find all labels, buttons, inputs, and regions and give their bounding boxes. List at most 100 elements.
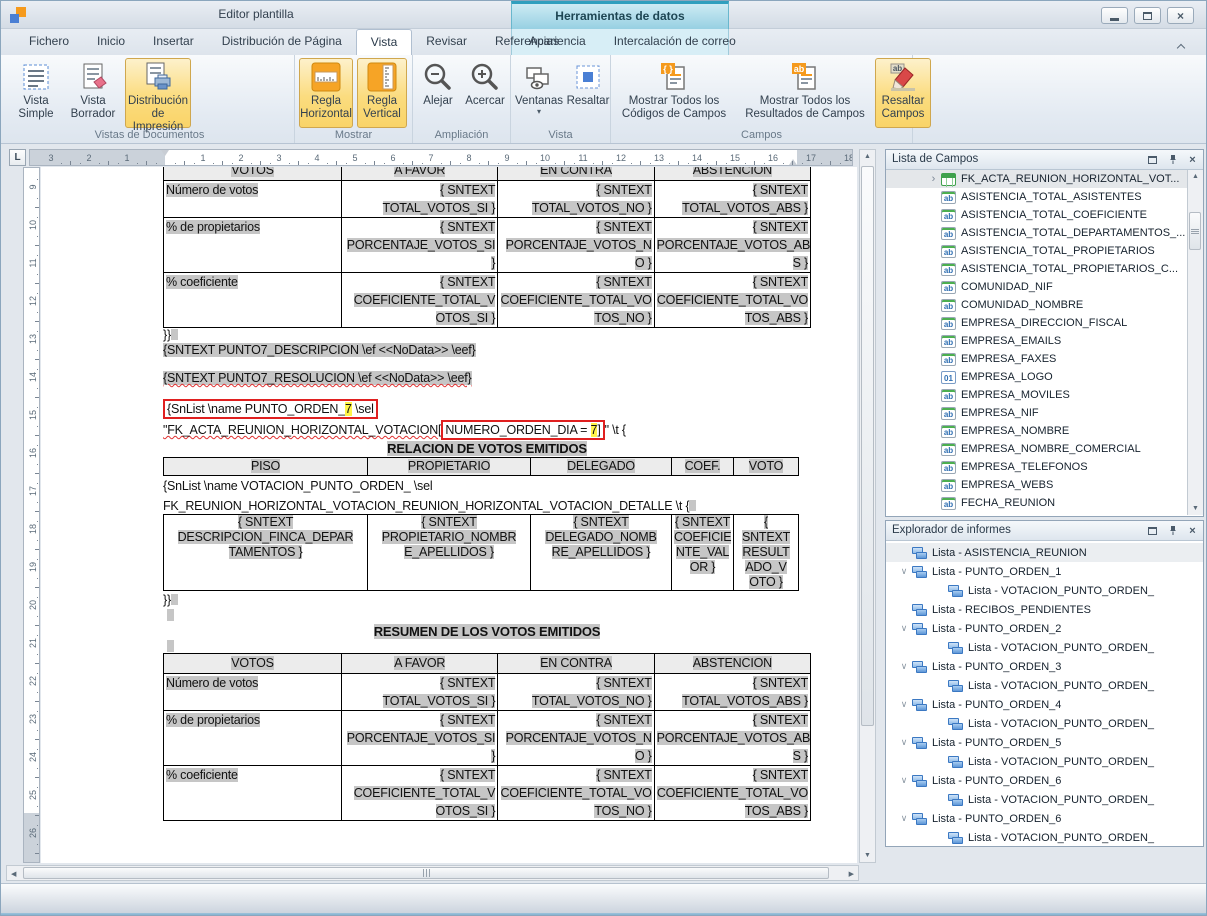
- vertical-scroll-thumb[interactable]: [861, 166, 874, 726]
- tab-revisar[interactable]: Revisar: [412, 29, 481, 55]
- acercar-button[interactable]: Acercar: [461, 58, 509, 128]
- tab-fichero[interactable]: Fichero: [15, 29, 83, 55]
- ruler-dot: [37, 635, 38, 636]
- report-list-item[interactable]: Lista - VOTACION_PUNTO_ORDEN_: [886, 828, 1203, 845]
- report-list-item[interactable]: Lista - VOTACION_PUNTO_ORDEN_: [886, 638, 1203, 657]
- mostrar-codigos-campos-button[interactable]: { } Mostrar Todos losCódigos de Campos: [613, 58, 735, 128]
- regla-horizontal-button[interactable]: ReglaHorizontal: [299, 58, 353, 128]
- ruler-number: 13: [28, 331, 38, 347]
- ruler-dot: [251, 163, 252, 164]
- indent-marker-icon[interactable]: [161, 150, 169, 156]
- field-list-scrollbar[interactable]: ▲ ▼: [1187, 170, 1203, 515]
- field-list-item[interactable]: ›FK_ACTA_REUNION_HORIZONTAL_VOT...: [886, 170, 1203, 188]
- field-list-item[interactable]: abEMPRESA_FAXES: [886, 350, 1203, 368]
- report-list-item[interactable]: Lista - VOTACION_PUNTO_ORDEN_: [886, 676, 1203, 695]
- field-list-item[interactable]: abEMPRESA_NIF: [886, 404, 1203, 422]
- panel-pin-button[interactable]: [1166, 524, 1179, 537]
- ruler-number: 19: [28, 559, 38, 575]
- ruler-number: 3: [271, 153, 287, 163]
- collapse-ribbon-button[interactable]: [1178, 38, 1190, 47]
- report-list-item[interactable]: ∨Lista - PUNTO_ORDEN_6: [886, 809, 1203, 828]
- report-list-item[interactable]: ∨Lista - PUNTO_ORDEN_2: [886, 619, 1203, 638]
- field-name: ASISTENCIA_TOTAL_PROPIETARIOS: [961, 245, 1155, 257]
- document-horizontal-scrollbar[interactable]: ◀ ▶: [6, 865, 859, 881]
- tab-distribucion-pagina[interactable]: Distribución de Página: [208, 29, 356, 55]
- close-button[interactable]: ×: [1167, 7, 1194, 24]
- document-canvas[interactable]: VOTOSA FAVOREN CONTRAABSTENCIONNúmero de…: [41, 167, 857, 863]
- field-list-item[interactable]: abEMPRESA_NOMBRE_COMERCIAL: [886, 440, 1203, 458]
- field-list-item[interactable]: abCOMUNIDAD_NIF: [886, 278, 1203, 296]
- report-list-item[interactable]: Lista - RECIBOS_PENDIENTES: [886, 600, 1203, 619]
- panel-maximize-button[interactable]: [1146, 153, 1159, 166]
- list-close-braces: }}: [163, 593, 171, 607]
- report-list-item[interactable]: ∨Lista - PUNTO_ORDEN_1: [886, 562, 1203, 581]
- tab-apariencia[interactable]: Apariencia: [515, 29, 600, 55]
- resaltar-campos-button[interactable]: ab ResaltarCampos: [875, 58, 931, 128]
- paragraph-mark: [171, 594, 178, 605]
- field-cell: {SNTEXTRESULTADO_VOTO }: [734, 515, 799, 591]
- field-list-item[interactable]: abCOMUNIDAD_NOMBRE: [886, 296, 1203, 314]
- ruler-dot: [441, 163, 442, 164]
- field-list-item[interactable]: abEMPRESA_MOVILES: [886, 386, 1203, 404]
- column-header: VOTOS: [164, 167, 342, 181]
- report-list-item[interactable]: Lista - VOTACION_PUNTO_ORDEN_: [886, 790, 1203, 809]
- vista-borrador-button[interactable]: VistaBorrador: [65, 58, 121, 128]
- field-list-item[interactable]: abEMPRESA_NOMBRE: [886, 422, 1203, 440]
- scroll-down-icon[interactable]: ▼: [1188, 505, 1203, 512]
- field-list-item[interactable]: 01EMPRESA_LOGO: [886, 368, 1203, 386]
- horizontal-scroll-thumb[interactable]: [23, 867, 829, 879]
- field-list-item[interactable]: abASISTENCIA_TOTAL_PROPIETARIOS_C...: [886, 260, 1203, 278]
- scroll-up-icon[interactable]: ▲: [1188, 173, 1203, 180]
- field-list-item[interactable]: abEMPRESA_DIRECCION_FISCAL: [886, 314, 1203, 332]
- field-list-item[interactable]: abASISTENCIA_TOTAL_PROPIETARIOS: [886, 242, 1203, 260]
- scroll-down-icon[interactable]: ▼: [860, 852, 875, 859]
- regla-vertical-button[interactable]: ReglaVertical: [357, 58, 407, 128]
- panel-close-button[interactable]: ×: [1186, 153, 1199, 166]
- report-list-item[interactable]: ∨Lista - PUNTO_ORDEN_3: [886, 657, 1203, 676]
- ventanas-button[interactable]: Ventanas▾: [513, 58, 565, 128]
- report-list-item[interactable]: ∨Lista - PUNTO_ORDEN_6: [886, 771, 1203, 790]
- document-vertical-scrollbar[interactable]: ▲ ▼: [859, 149, 876, 863]
- alejar-button[interactable]: Alejar: [415, 58, 461, 128]
- field-list-item[interactable]: abEMPRESA_EMAILS: [886, 332, 1203, 350]
- tab-inicio[interactable]: Inicio: [83, 29, 139, 55]
- ruler-dot: [536, 163, 537, 164]
- resumen-heading: RESUMEN DE LOS VOTOS EMITIDOS: [163, 624, 811, 639]
- distribucion-impresion-button[interactable]: Distribuciónde Impresión: [125, 58, 191, 128]
- report-list-item[interactable]: Lista - VOTACION_PUNTO_ORDEN_: [886, 714, 1203, 733]
- mostrar-resultados-campos-button[interactable]: ab Mostrar Todos losResultados de Campos: [739, 58, 871, 128]
- panel-pin-button[interactable]: [1166, 153, 1179, 166]
- restore-button[interactable]: [1134, 7, 1161, 24]
- field-list-item[interactable]: abEMPRESA_WEBS: [886, 476, 1203, 494]
- scroll-left-icon[interactable]: ◀: [11, 870, 16, 878]
- report-list-item[interactable]: Lista - ASISTENCIA_REUNION: [886, 543, 1203, 562]
- ruler-tick: [35, 207, 39, 208]
- tab-vista[interactable]: Vista: [356, 29, 412, 55]
- panel-maximize-button[interactable]: [1146, 524, 1159, 537]
- vista-simple-button[interactable]: VistaSimple: [9, 58, 63, 128]
- field-list-item[interactable]: abASISTENCIA_TOTAL_ASISTENTES: [886, 188, 1203, 206]
- tab-intercalacion-correo[interactable]: Intercalación de correo: [600, 29, 750, 55]
- field-list-item[interactable]: abEMPRESA_TELEFONOS: [886, 458, 1203, 476]
- field-list-item[interactable]: abASISTENCIA_TOTAL_COEFICIENTE: [886, 206, 1203, 224]
- tab-stop-selector[interactable]: L: [9, 149, 26, 166]
- field-list-scroll-thumb[interactable]: [1189, 212, 1201, 250]
- column-header: VOTO: [734, 458, 799, 476]
- report-explorer-panel: Explorador de informes × Lista - ASISTEN…: [885, 520, 1204, 847]
- report-list-item[interactable]: Lista - VOTACION_PUNTO_ORDEN_: [886, 752, 1203, 771]
- field-list-item[interactable]: abFECHA_REUNION: [886, 494, 1203, 512]
- tab-insertar[interactable]: Insertar: [139, 29, 208, 55]
- panel-close-button[interactable]: ×: [1186, 524, 1199, 537]
- report-list-item[interactable]: ∨Lista - PUNTO_ORDEN_5: [886, 733, 1203, 752]
- field-list-item[interactable]: abASISTENCIA_TOTAL_DEPARTAMENTOS_...: [886, 224, 1203, 242]
- report-list-item[interactable]: ∨Lista - PUNTO_ORDEN_4: [886, 695, 1203, 714]
- list-report-icon: [912, 547, 927, 559]
- scroll-up-icon[interactable]: ▲: [860, 153, 875, 160]
- resaltar-button[interactable]: Resaltar: [565, 58, 611, 128]
- report-list-item[interactable]: Lista - VOTACION_PUNTO_ORDEN_: [886, 581, 1203, 600]
- report-name: Lista - VOTACION_PUNTO_ORDEN_: [968, 718, 1154, 730]
- right-indent-marker-icon[interactable]: [789, 159, 797, 165]
- minimize-button[interactable]: [1101, 7, 1128, 24]
- scroll-right-icon[interactable]: ▶: [849, 870, 854, 878]
- ruler-number: 22: [28, 673, 38, 689]
